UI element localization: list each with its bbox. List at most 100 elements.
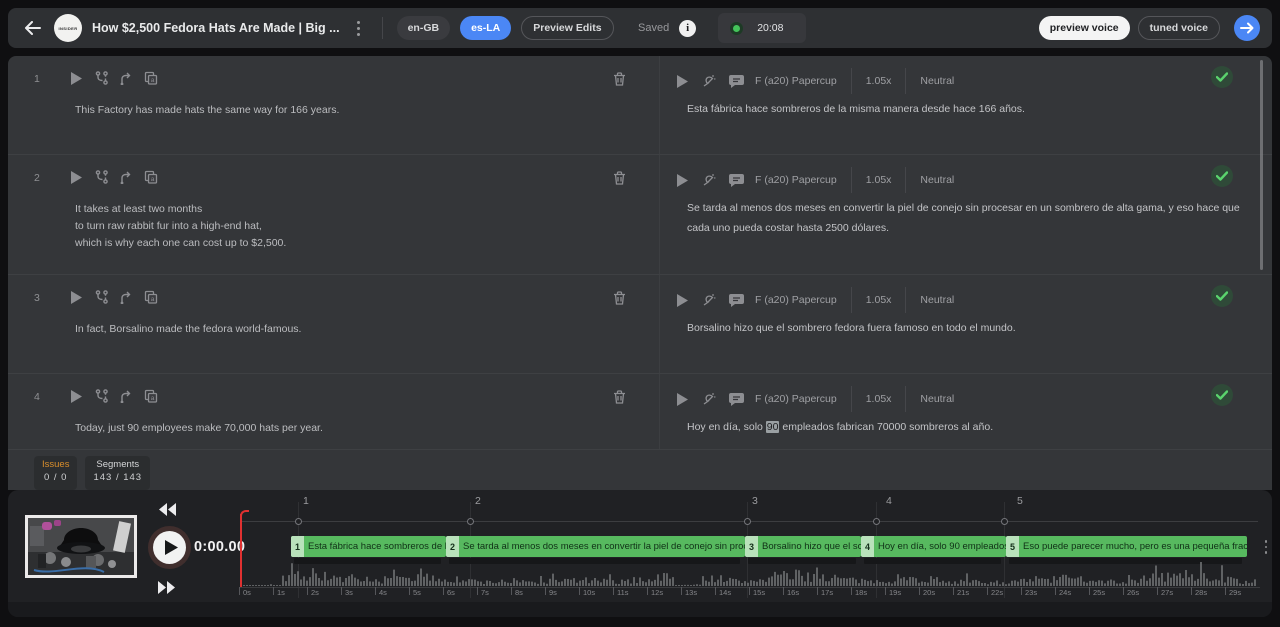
translation-text[interactable]: Borsalino hizo que el sombrero fedora fu… — [687, 319, 1247, 339]
copy-text-icon[interactable]: a — [143, 169, 159, 185]
split-segment-icon[interactable] — [93, 388, 109, 404]
segment-row: 2 a It takes at least two months to turn… — [8, 155, 1272, 275]
svg-text:a: a — [151, 296, 155, 303]
voice-selector[interactable]: F (a20) Papercup — [755, 75, 837, 87]
fast-forward-button[interactable] — [157, 580, 177, 600]
next-arrow-button[interactable] — [1234, 15, 1260, 41]
timeline-segment-block[interactable]: 2Se tarda al menos dos meses en converti… — [446, 536, 745, 557]
play-translation-icon[interactable] — [674, 391, 690, 407]
voice-selector[interactable]: F (a20) Papercup — [755, 393, 837, 405]
rewind-button[interactable] — [157, 502, 177, 522]
source-text[interactable]: In fact, Borsalino made the fedora world… — [75, 321, 595, 338]
tuned-voice-button[interactable]: tuned voice — [1138, 16, 1220, 40]
timeline-segment-block[interactable]: 1Esta fábrica hace sombreros de la m — [291, 536, 446, 557]
regenerate-voice-icon[interactable] — [701, 172, 717, 188]
copy-text-icon[interactable]: a — [143, 289, 159, 305]
delete-segment-icon[interactable] — [611, 290, 627, 306]
timeline-segment-block[interactable]: 5Eso puede parecer mucho, pero es una pe… — [1006, 536, 1247, 557]
ruler-tick-label: 24s — [1059, 588, 1071, 597]
play-segment-icon[interactable] — [68, 70, 84, 86]
delete-segment-icon[interactable] — [611, 170, 627, 186]
speed-selector[interactable]: 1.05x — [866, 75, 892, 87]
speed-selector[interactable]: 1.05x — [866, 174, 892, 186]
voice-selector[interactable]: F (a20) Papercup — [755, 294, 837, 306]
issues-counter[interactable]: Issues 0 / 0 — [34, 456, 77, 490]
preview-edits-button[interactable]: Preview Edits — [521, 16, 613, 40]
title-menu-icon[interactable] — [350, 16, 368, 40]
translation-text[interactable]: Hoy en día, solo 90 empleados fabrican 7… — [687, 418, 1247, 438]
divider — [851, 386, 852, 412]
speech-bubble-icon[interactable] — [728, 292, 744, 308]
delete-segment-icon[interactable] — [611, 389, 627, 405]
speech-bubble-icon[interactable] — [728, 172, 744, 188]
segment-boundary-handle[interactable] — [873, 518, 880, 525]
segment-boundary-handle[interactable] — [744, 518, 751, 525]
merge-segment-icon[interactable] — [118, 388, 134, 404]
delete-segment-icon[interactable] — [611, 71, 627, 87]
ruler-tick — [443, 587, 444, 595]
issues-label: Issues — [42, 459, 69, 470]
play-translation-icon[interactable] — [674, 292, 690, 308]
merge-segment-icon[interactable] — [118, 169, 134, 185]
speed-selector[interactable]: 1.05x — [866, 294, 892, 306]
segment-boundary-handle[interactable] — [295, 518, 302, 525]
approved-check-icon[interactable] — [1211, 66, 1233, 88]
copy-text-icon[interactable]: a — [143, 70, 159, 86]
regenerate-voice-icon[interactable] — [701, 73, 717, 89]
segments-counter[interactable]: Segments 143 / 143 — [85, 456, 150, 490]
play-segment-icon[interactable] — [68, 388, 84, 404]
info-icon[interactable]: i — [679, 20, 696, 37]
ruler-tick-label: 18s — [855, 588, 867, 597]
tone-selector[interactable]: Neutral — [920, 393, 954, 405]
timeline-segment-block[interactable]: 3Borsalino hizo que el somb — [745, 536, 861, 557]
issues-value: 0 / 0 — [42, 472, 69, 483]
marker-number: 5 — [1017, 495, 1023, 507]
split-segment-icon[interactable] — [93, 169, 109, 185]
play-segment-icon[interactable] — [68, 289, 84, 305]
source-text[interactable]: It takes at least two months to turn raw… — [75, 201, 595, 252]
vertical-scrollbar[interactable] — [1260, 60, 1263, 270]
approved-check-icon[interactable] — [1211, 285, 1233, 307]
divider — [905, 287, 906, 313]
play-translation-icon[interactable] — [674, 73, 690, 89]
regenerate-voice-icon[interactable] — [701, 391, 717, 407]
playhead[interactable] — [240, 514, 242, 587]
tone-selector[interactable]: Neutral — [920, 294, 954, 306]
play-translation-icon[interactable] — [674, 172, 690, 188]
segment-boundary-handle[interactable] — [1001, 518, 1008, 525]
timeline-menu-icon[interactable] — [1260, 538, 1272, 556]
approved-check-icon[interactable] — [1211, 165, 1233, 187]
source-text[interactable]: Today, just 90 employees make 70,000 hat… — [75, 420, 595, 437]
approved-check-icon[interactable] — [1211, 384, 1233, 406]
source-language-pill[interactable]: en-GB — [397, 16, 451, 40]
segment-boundary-handle[interactable] — [467, 518, 474, 525]
segment-row: 3 a In fact, Borsalino made the fedora w… — [8, 275, 1272, 374]
split-segment-icon[interactable] — [93, 289, 109, 305]
source-text[interactable]: This Factory has made hats the same way … — [75, 102, 595, 119]
svg-text:a: a — [151, 77, 155, 84]
segment-block-number: 5 — [1006, 536, 1019, 557]
timeline-segment-block[interactable]: 4Hoy en día, solo 90 empleados fa — [861, 536, 1006, 557]
speed-selector[interactable]: 1.05x — [866, 393, 892, 405]
speech-bubble-icon[interactable] — [728, 391, 744, 407]
play-segment-icon[interactable] — [68, 169, 84, 185]
ruler-tick-label: 9s — [549, 588, 557, 597]
split-segment-icon[interactable] — [93, 70, 109, 86]
tone-selector[interactable]: Neutral — [920, 75, 954, 87]
merge-segment-icon[interactable] — [118, 70, 134, 86]
merge-segment-icon[interactable] — [118, 289, 134, 305]
regenerate-voice-icon[interactable] — [701, 292, 717, 308]
preview-voice-button[interactable]: preview voice — [1039, 16, 1130, 40]
ruler-tick-label: 2s — [311, 588, 319, 597]
target-language-pill[interactable]: es-LA — [460, 16, 511, 40]
speech-bubble-icon[interactable] — [728, 73, 744, 89]
ruler-tick-label: 15s — [753, 588, 765, 597]
current-timecode: 0:00.00 — [194, 539, 245, 555]
translation-text[interactable]: Esta fábrica hace sombreros de la misma … — [687, 100, 1247, 120]
play-button[interactable] — [153, 531, 186, 564]
copy-text-icon[interactable]: a — [143, 388, 159, 404]
tone-selector[interactable]: Neutral — [920, 174, 954, 186]
translation-text[interactable]: Se tarda al menos dos meses en convertir… — [687, 199, 1247, 239]
voice-selector[interactable]: F (a20) Papercup — [755, 174, 837, 186]
back-arrow-icon[interactable] — [20, 16, 44, 40]
